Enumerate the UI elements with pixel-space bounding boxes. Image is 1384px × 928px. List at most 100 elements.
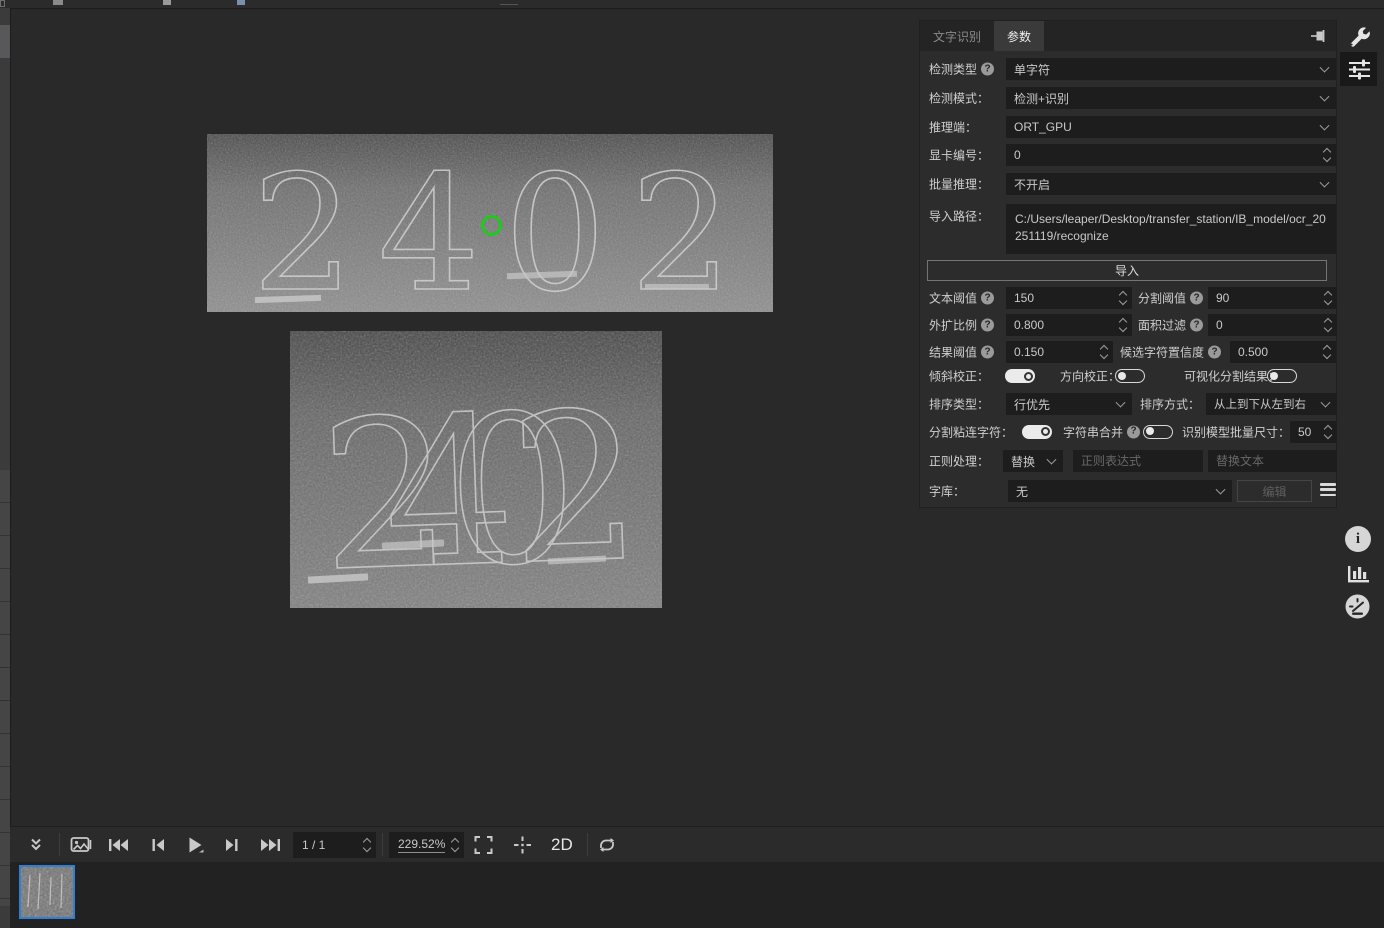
detect-mode-select[interactable]: 检测+识别 xyxy=(1006,87,1336,109)
split-glued-toggle[interactable] xyxy=(1022,425,1052,439)
sort-order-label: 排序方式： xyxy=(1140,396,1200,413)
help-icon[interactable]: ? xyxy=(981,63,994,76)
toolbar-separator xyxy=(587,833,588,856)
edit-charset-button[interactable]: 编辑 xyxy=(1237,480,1312,502)
row-detect-type: 检测类型? 单字符 xyxy=(929,58,1329,80)
batch-size-label: 识别模型批量尺寸： xyxy=(1182,423,1290,440)
inference-select[interactable]: ORT_GPU xyxy=(1006,116,1336,138)
help-icon[interactable]: ? xyxy=(981,319,994,332)
cropped-icon xyxy=(53,0,63,5)
cropped-icon xyxy=(163,0,171,5)
regex-expression-input[interactable] xyxy=(1073,450,1203,472)
batch-size-spinner[interactable]: 50 xyxy=(1290,421,1337,443)
spinner-arrows-icon[interactable] xyxy=(1120,319,1126,331)
tab-parameters[interactable]: 参数 xyxy=(994,21,1044,51)
page-spinner[interactable]: 1 / 1 xyxy=(293,832,376,858)
help-icon[interactable]: ? xyxy=(981,346,994,359)
collapse-icon[interactable] xyxy=(28,837,44,853)
center-view-icon[interactable] xyxy=(513,835,532,854)
split-threshold-label: 分割阈值? xyxy=(1138,290,1203,307)
play-icon[interactable] xyxy=(187,836,204,854)
spinner-arrows-icon[interactable] xyxy=(1325,319,1331,331)
import-button[interactable]: 导入 xyxy=(927,260,1327,281)
bar-chart-icon[interactable] xyxy=(1345,559,1371,585)
spinner-arrows-icon[interactable] xyxy=(1324,346,1330,358)
batch-inference-select[interactable]: 不开启 xyxy=(1006,173,1336,195)
detect-mode-label: 检测模式： xyxy=(929,90,989,107)
2d-mode-button[interactable]: 2D xyxy=(551,835,573,855)
split-threshold-spinner[interactable]: 90 xyxy=(1208,287,1337,309)
row-inference: 推理端： ORT_GPU xyxy=(929,116,1329,138)
spinner-arrows-icon[interactable] xyxy=(1325,426,1331,438)
playback-toolbar: 1 / 1 229.52% 2D xyxy=(10,826,1384,862)
tilt-correction-toggle[interactable] xyxy=(1005,369,1035,383)
chevron-down-icon xyxy=(1320,178,1330,188)
candidate-confidence-spinner[interactable]: 0.500 xyxy=(1230,341,1336,363)
string-merge-label: 字符串合并? xyxy=(1063,423,1140,440)
loop-icon[interactable] xyxy=(597,836,617,853)
sample-image-bottom[interactable]: 2402 xyxy=(290,331,662,608)
gpu-id-spinner[interactable]: 0 xyxy=(1006,144,1336,166)
fit-view-icon[interactable] xyxy=(474,835,493,854)
chevron-down-icon xyxy=(1047,455,1057,465)
sort-order-select[interactable]: 从上到下从左到右 xyxy=(1206,393,1337,415)
pin-icon[interactable] xyxy=(1310,28,1326,44)
top-window-strip xyxy=(0,0,1384,8)
text-threshold-spinner[interactable]: 150 xyxy=(1006,287,1132,309)
sort-type-label: 排序类型： xyxy=(929,396,989,413)
info-icon[interactable]: i xyxy=(1345,526,1371,552)
area-filter-spinner[interactable]: 0 xyxy=(1208,314,1337,336)
row-batch-inference: 批量推理： 不开启 xyxy=(929,173,1329,195)
thumbnail-selected[interactable] xyxy=(19,865,75,919)
spinner-arrows-icon[interactable] xyxy=(452,839,458,851)
left-rail-rows[interactable] xyxy=(0,470,10,906)
row-detect-mode: 检测模式： 检测+识别 xyxy=(929,87,1329,109)
toolbar-separator xyxy=(59,833,60,856)
spinner-arrows-icon[interactable] xyxy=(1101,346,1107,358)
detect-type-select[interactable]: 单字符 xyxy=(1006,58,1336,80)
wrench-icon[interactable] xyxy=(1346,24,1372,50)
result-threshold-spinner[interactable]: 0.150 xyxy=(1006,341,1113,363)
skip-last-icon[interactable] xyxy=(260,837,281,853)
row-thresholds-2: 外扩比例? 0.800 面积过滤? 0 xyxy=(929,314,1329,336)
visualize-split-toggle[interactable] xyxy=(1267,369,1297,383)
help-icon[interactable]: ? xyxy=(1190,292,1203,305)
spinner-arrows-icon[interactable] xyxy=(1324,149,1330,161)
annotation-circle[interactable] xyxy=(481,215,502,236)
spinner-arrows-icon[interactable] xyxy=(1325,292,1331,304)
help-icon[interactable]: ? xyxy=(1190,319,1203,332)
regex-mode-select[interactable]: 替换 xyxy=(1003,450,1063,472)
engraved-digits: 2402 xyxy=(317,368,645,608)
next-frame-icon[interactable] xyxy=(225,837,239,853)
regex-mode-label: 正则处理： xyxy=(929,453,989,470)
chevron-down-icon xyxy=(1320,121,1330,131)
hamburger-icon[interactable] xyxy=(1320,483,1336,496)
replace-text-input[interactable] xyxy=(1208,450,1337,472)
direction-correction-toggle[interactable] xyxy=(1115,369,1145,383)
sliders-icon[interactable] xyxy=(1347,57,1371,81)
left-rail-selected-row[interactable] xyxy=(0,25,10,58)
help-icon[interactable]: ? xyxy=(981,292,994,305)
row-toggles-2: 分割粘连字符： 字符串合并? 识别模型批量尺寸： 50 xyxy=(929,421,1329,442)
import-path-field[interactable]: C:/Users/leaper/Desktop/transfer_station… xyxy=(1006,204,1336,254)
cropped-icon xyxy=(237,0,245,5)
direction-correction-label: 方向校正： xyxy=(1060,368,1120,385)
expand-ratio-spinner[interactable]: 0.800 xyxy=(1006,314,1132,336)
sort-type-select[interactable]: 行优先 xyxy=(1006,393,1132,415)
image-icon[interactable] xyxy=(70,835,92,855)
prev-frame-icon[interactable] xyxy=(151,837,165,853)
spinner-arrows-icon[interactable] xyxy=(1120,292,1126,304)
help-icon[interactable]: ? xyxy=(1208,346,1221,359)
spinner-arrows-icon[interactable] xyxy=(364,839,370,851)
string-merge-toggle[interactable] xyxy=(1143,425,1173,439)
skip-first-icon[interactable] xyxy=(108,837,129,853)
charset-select[interactable]: 无 xyxy=(1008,480,1232,502)
help-icon[interactable]: ? xyxy=(1127,425,1140,438)
inference-label: 推理端： xyxy=(929,119,977,136)
toolbar-separator xyxy=(382,833,383,856)
expand-ratio-label: 外扩比例? xyxy=(929,317,994,334)
row-charset: 字库： 无 编辑 xyxy=(929,480,1329,502)
zoom-spinner[interactable]: 229.52% xyxy=(389,832,464,858)
tab-text-recognition[interactable]: 文字识别 xyxy=(920,21,994,51)
gauge-icon[interactable] xyxy=(1344,593,1371,620)
